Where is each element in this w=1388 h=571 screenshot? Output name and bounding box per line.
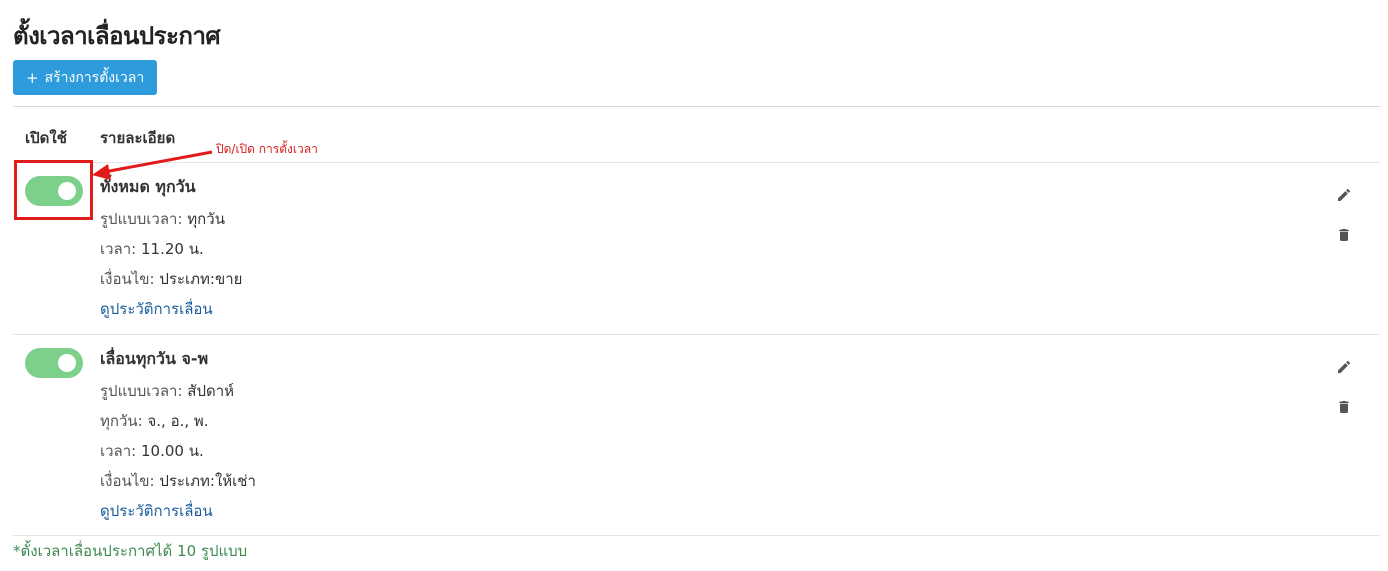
time-label: เวลา: — [100, 240, 137, 258]
edit-icon[interactable] — [1336, 187, 1352, 203]
condition-label: เงื่อนไข: — [100, 270, 155, 288]
column-header-enable: เปิดใช้ — [25, 129, 67, 147]
condition-line: เงื่อนไข: ประเภท:ให้เช่า — [100, 467, 256, 497]
format-line: รูปแบบเวลา: สัปดาห์ — [100, 377, 256, 407]
condition-line: เงื่อนไข: ประเภท:ขาย — [100, 265, 242, 295]
table-row: ทั้งหมด ทุกวัน รูปแบบเวลา: ทุกวัน เวลา: … — [13, 163, 1380, 335]
page-title: ตั้งเวลาเลื่อนประกาศ — [13, 22, 221, 50]
trash-icon[interactable] — [1336, 227, 1352, 243]
table-row: เลื่อนทุกวัน จ-พ รูปแบบเวลา: สัปดาห์ ทุก… — [13, 335, 1380, 536]
history-link[interactable]: ดูประวัติการเลื่อน — [100, 295, 242, 325]
history-link[interactable]: ดูประวัติการเลื่อน — [100, 497, 256, 527]
edit-icon[interactable] — [1336, 359, 1352, 375]
schedule-details: เลื่อนทุกวัน จ-พ รูปแบบเวลา: สัปดาห์ ทุก… — [100, 347, 256, 527]
time-line: เวลา: 10.00 น. — [100, 437, 256, 467]
condition-label: เงื่อนไข: — [100, 472, 155, 490]
days-line: ทุกวัน: จ., อ., พ. — [100, 407, 256, 437]
footnote: *ตั้งเวลาเลื่อนประกาศได้ 10 รูปแบบ — [13, 542, 248, 560]
enable-toggle[interactable] — [25, 348, 83, 378]
trash-icon[interactable] — [1336, 399, 1352, 415]
schedule-table: เปิดใช้ รายละเอียด ทั้งหมด ทุกวัน รูปแบบ… — [13, 106, 1380, 536]
column-header-detail: รายละเอียด — [100, 129, 176, 147]
format-value: ทุกวัน — [187, 210, 225, 228]
create-schedule-button[interactable]: + สร้างการตั้งเวลา — [13, 60, 158, 95]
format-label: รูปแบบเวลา: — [100, 210, 183, 228]
format-value: สัปดาห์ — [187, 382, 235, 400]
condition-value: ประเภท:ขาย — [159, 270, 243, 288]
time-line: เวลา: 11.20 น. — [100, 235, 242, 265]
format-label: รูปแบบเวลา: — [100, 382, 183, 400]
time-value: 11.20 น. — [141, 240, 204, 258]
time-value: 10.00 น. — [141, 442, 204, 460]
annotation-highlight-box — [14, 160, 93, 220]
schedule-details: ทั้งหมด ทุกวัน รูปแบบเวลา: ทุกวัน เวลา: … — [100, 175, 242, 325]
condition-value: ประเภท:ให้เช่า — [159, 472, 256, 490]
annotation-text: ปิด/เปิด การตั้งเวลา — [216, 142, 318, 156]
toggle-knob — [58, 354, 76, 372]
days-label: ทุกวัน: — [100, 412, 143, 430]
schedule-title: เลื่อนทุกวัน จ-พ — [100, 349, 209, 368]
create-schedule-label: สร้างการตั้งเวลา — [44, 69, 145, 86]
plus-icon: + — [26, 68, 39, 87]
days-value: จ., อ., พ. — [147, 412, 209, 430]
format-line: รูปแบบเวลา: ทุกวัน — [100, 205, 242, 235]
time-label: เวลา: — [100, 442, 137, 460]
schedule-title: ทั้งหมด ทุกวัน — [100, 177, 196, 196]
